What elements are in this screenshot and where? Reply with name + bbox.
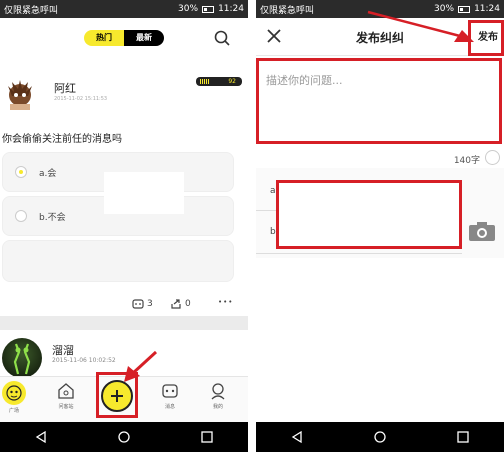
add-icon <box>111 390 123 402</box>
monkey-face-icon <box>2 381 26 405</box>
tab-hot[interactable]: 热门 <box>84 30 124 46</box>
avatar[interactable] <box>2 74 38 110</box>
add-post-button[interactable] <box>101 380 133 412</box>
avatar[interactable] <box>2 338 42 378</box>
feed-screen: 仅限紧急呼叫 30% 11:24 热门 最新 阿红 2015-11-02 15:… <box>0 0 248 452</box>
carrier-text: 仅限紧急呼叫 <box>4 5 59 16</box>
username[interactable]: 溜溜 <box>52 342 74 358</box>
compose-screen: 仅限紧急呼叫 30% 11:24 发布纠纠 发布 描述你的问题... 140字 … <box>256 0 504 452</box>
radio-selected-icon <box>15 166 27 178</box>
popup-overlay <box>104 172 184 214</box>
back-icon[interactable] <box>34 430 48 444</box>
status-bar: 仅限紧急呼叫 30% 11:24 <box>0 0 248 18</box>
arrow-icon <box>367 10 474 42</box>
char-count: 140字 <box>453 156 480 166</box>
emoji-icon[interactable] <box>485 150 500 165</box>
option-letter: a <box>270 186 276 196</box>
tab-label: 消息 <box>164 404 175 410</box>
system-nav-bar <box>0 422 248 452</box>
post-time: 2015-11-02 15:11:53 <box>54 96 108 102</box>
tab-label: 问客站 <box>58 404 74 410</box>
description-placeholder: 描述你的问题... <box>266 74 343 87</box>
radio-icon <box>15 210 27 222</box>
profile-icon <box>211 383 225 400</box>
comment-button[interactable]: 3 <box>132 298 153 310</box>
tab-messages[interactable]: 消息 <box>150 381 190 410</box>
question-text: 你会偷偷关注前任的消息吗 <box>2 134 122 145</box>
level-badge: 92 <box>196 77 242 86</box>
option-input[interactable] <box>276 180 462 249</box>
panel-gap <box>248 0 256 452</box>
share-button[interactable]: 0 <box>170 298 191 310</box>
battery-percent: 30% <box>178 4 199 14</box>
recent-apps-icon[interactable] <box>200 430 214 444</box>
tab-label: 广场 <box>8 408 19 414</box>
home-icon[interactable] <box>373 430 387 444</box>
tab-square[interactable]: 广场 <box>0 381 34 414</box>
tab-new[interactable]: 最新 <box>124 30 164 46</box>
back-icon[interactable] <box>290 430 304 444</box>
search-icon[interactable] <box>214 30 230 46</box>
feed-header: 热门 最新 <box>0 18 248 58</box>
system-nav-bar <box>256 422 504 452</box>
comment-icon <box>132 299 144 309</box>
battery-icon <box>202 5 215 13</box>
share-count: 0 <box>185 299 191 309</box>
house-icon <box>58 383 74 399</box>
description-input[interactable] <box>256 58 502 144</box>
post-actions: 3 0 ••• <box>0 298 248 314</box>
option-empty <box>2 240 234 282</box>
feed-toggle: 热门 最新 <box>84 30 164 46</box>
share-icon <box>171 299 181 309</box>
camera-icon[interactable] <box>468 220 496 242</box>
message-icon <box>162 384 178 398</box>
more-button[interactable]: ••• <box>218 298 233 306</box>
tab-label: 我的 <box>212 404 223 410</box>
dancer-icon <box>13 343 31 375</box>
arrow-icon <box>124 350 158 382</box>
divider <box>0 316 248 330</box>
username[interactable]: 阿红 <box>54 80 76 96</box>
post-time: 2015-11-06 10:02:52 <box>52 357 116 364</box>
clock: 11:24 <box>218 4 244 14</box>
option-letter: b <box>270 227 276 237</box>
home-icon[interactable] <box>117 430 131 444</box>
divider <box>256 253 462 254</box>
tab-profile[interactable]: 我的 <box>198 381 238 410</box>
option-label: b.不会 <box>39 212 66 223</box>
clock: 11:24 <box>474 4 500 14</box>
tab-question-station[interactable]: 问客站 <box>46 381 86 410</box>
recent-apps-icon[interactable] <box>456 430 470 444</box>
comment-count: 3 <box>147 299 153 309</box>
option-label: a.会 <box>39 168 57 179</box>
